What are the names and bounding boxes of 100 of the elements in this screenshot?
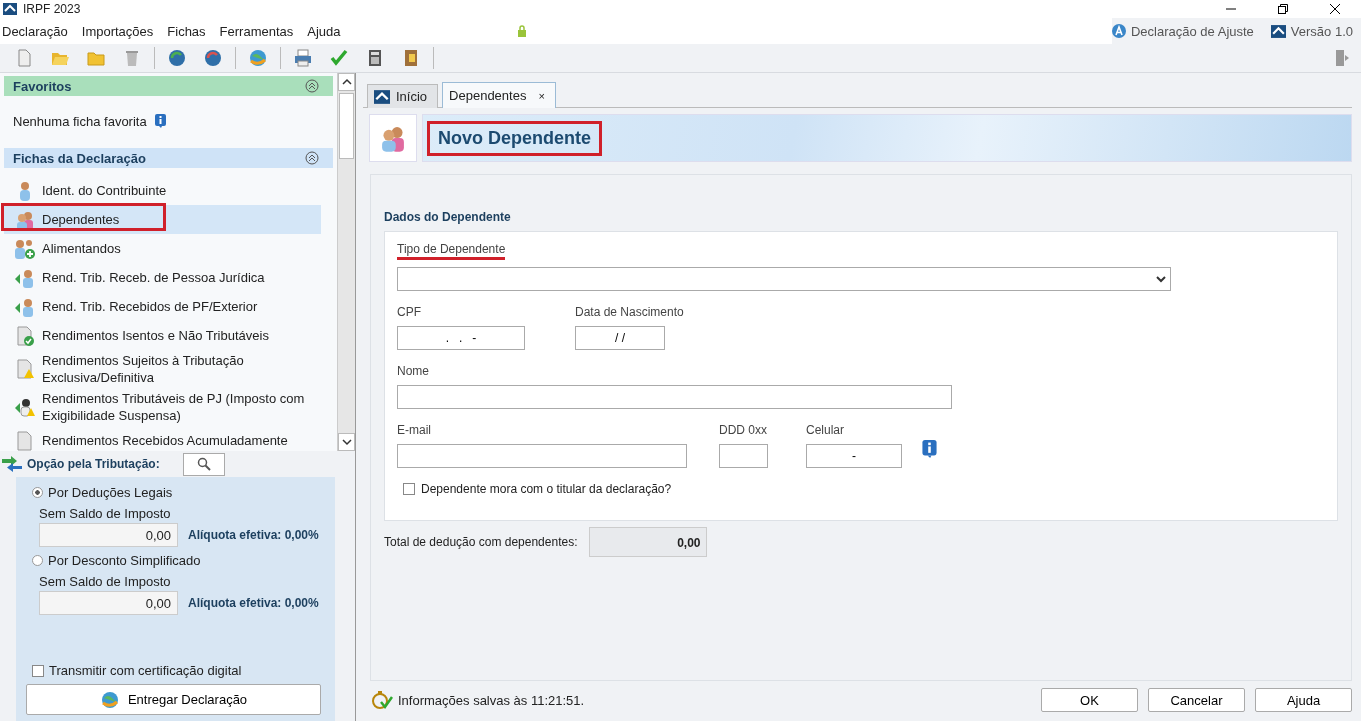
- menu-item[interactable]: Declaração: [2, 23, 68, 39]
- item-label: Rendimentos Tributáveis de PJ (Imposto com Exigibilidade Suspensa): [42, 390, 306, 424]
- rate-label: Alíquota efetiva: 0,00%: [188, 528, 319, 542]
- menu-item[interactable]: Importações: [81, 23, 154, 39]
- sidebar-item[interactable]: Alimentandos: [4, 234, 321, 263]
- dialog-button[interactable]: OK: [1041, 688, 1138, 712]
- input-field[interactable]: [397, 385, 952, 409]
- fichas-header[interactable]: Fichas da Declaração: [4, 148, 333, 168]
- item-label: Rendimentos Sujeitos à Tributação Exclusiva/Definitiva: [42, 352, 245, 386]
- dropdown[interactable]: [397, 267, 1171, 291]
- globe-icon[interactable]: [248, 48, 268, 68]
- arrow-warning-icon: [14, 397, 36, 417]
- option-label: Por Desconto Simplificado: [48, 553, 201, 568]
- field-label: Nome: [397, 364, 429, 378]
- input-field[interactable]: / /: [575, 326, 665, 350]
- swap-arrows-icon: [2, 456, 22, 472]
- restore-button[interactable]: [1277, 3, 1289, 15]
- scroll-down-icon[interactable]: [338, 433, 355, 451]
- globe-icon: [99, 689, 120, 710]
- arrow-person-icon: [14, 296, 36, 317]
- menu-item[interactable]: Fichas: [167, 23, 206, 39]
- close-tab-button[interactable]: ×: [538, 89, 545, 102]
- input-field[interactable]: -: [806, 444, 902, 468]
- tab[interactable]: Dependentes ×: [442, 82, 556, 108]
- collapse-icon[interactable]: [305, 79, 319, 93]
- field-label: E-mail: [397, 423, 431, 437]
- stopwatch-check-icon: [371, 690, 393, 710]
- people-add-icon: [14, 238, 36, 259]
- item-label: Ident. do Contribuinte: [42, 182, 167, 199]
- app-logo-icon: [374, 89, 390, 104]
- sidebar-item[interactable]: Rendimentos Tributáveis de PJ (Imposto com Exigibilidade Suspensa): [4, 388, 321, 426]
- sidebar-item[interactable]: Dependentes: [4, 205, 321, 234]
- check-icon[interactable]: [329, 48, 349, 68]
- input-field[interactable]: [397, 444, 687, 468]
- favorites-header[interactable]: Favoritos: [4, 76, 333, 96]
- item-label: Rend. Trib. Receb. de Pessoa Jurídica: [42, 269, 265, 286]
- checkbox-label: Transmitir com certificação digital: [49, 663, 242, 678]
- app-logo-icon: [1270, 24, 1286, 38]
- app-logo-icon: [3, 3, 17, 15]
- field-label: DDD 0xx: [719, 423, 767, 437]
- letter-a-icon: [1112, 24, 1126, 38]
- menu-item[interactable]: Ferramentas: [219, 23, 294, 39]
- search-button[interactable]: [182, 452, 225, 476]
- scroll-up-icon[interactable]: [338, 73, 355, 91]
- chevron-down-icon: [1156, 275, 1166, 283]
- item-label: Dependentes: [42, 211, 120, 228]
- sidebar-item[interactable]: Rendimentos Recebidos Acumuladamente: [4, 426, 321, 451]
- section-title: Favoritos: [13, 78, 72, 94]
- sidebar-item[interactable]: Rendimentos Isentos e Não Tributáveis: [4, 321, 321, 350]
- rate-label: Alíquota efetiva: 0,00%: [188, 596, 319, 610]
- radio-button[interactable]: [32, 555, 43, 566]
- submit-button[interactable]: Entregar Declaração: [26, 684, 321, 715]
- menu-item[interactable]: Ajuda: [307, 23, 341, 39]
- item-label: Rendimentos Isentos e Não Tributáveis: [42, 327, 269, 344]
- total-value: 0,00: [589, 527, 708, 557]
- checkbox[interactable]: [32, 664, 44, 677]
- section-title: Dados do Dependente: [384, 210, 512, 224]
- balance-label: Sem Saldo de Imposto: [39, 506, 172, 521]
- checkbox-label: Dependente mora com o titular da declaração?: [421, 482, 672, 496]
- item-label: Alimentandos: [42, 240, 121, 257]
- section-title: Opção pela Tributação:: [27, 457, 160, 471]
- checkbox[interactable]: [403, 483, 415, 495]
- people-icon: [14, 209, 36, 230]
- balance-label: Sem Saldo de Imposto: [39, 574, 172, 589]
- item-label: Rend. Trib. Recebidos de PF/Exterior: [42, 298, 258, 315]
- scrollbar-thumb[interactable]: [339, 93, 354, 159]
- declaration-type: Declaração de Ajuste: [1131, 23, 1254, 39]
- version-label: Versão 1.0: [1290, 23, 1353, 39]
- collapse-icon[interactable]: [305, 151, 319, 165]
- info-icon[interactable]: [154, 114, 166, 128]
- sidebar-item[interactable]: Rend. Trib. Receb. de Pessoa Jurídica: [4, 263, 321, 292]
- sidebar-item[interactable]: Rend. Trib. Recebidos de PF/Exterior: [4, 292, 321, 321]
- amount-field: 0,00: [39, 523, 178, 547]
- input-field[interactable]: [719, 444, 768, 468]
- amount-field: 0,00: [39, 591, 178, 615]
- field-label: Tipo de Dependente: [397, 242, 506, 260]
- printer-icon[interactable]: [293, 48, 313, 68]
- option-label: Por Deduções Legais: [48, 485, 173, 500]
- info-icon[interactable]: [922, 440, 937, 458]
- dialog-button[interactable]: Cancelar: [1148, 688, 1245, 712]
- search-icon: [196, 457, 211, 471]
- empty-favorites-text: Nenhuma ficha favorita: [13, 113, 147, 129]
- close-button[interactable]: [1329, 3, 1341, 15]
- radio-button[interactable]: [32, 487, 43, 498]
- input-field[interactable]: . . -: [397, 326, 525, 350]
- field-label: CPF: [397, 305, 421, 319]
- status-text: Informações salvas às 11:21:51.: [398, 692, 585, 708]
- sidebar-item[interactable]: Ident. do Contribuinte: [4, 176, 321, 205]
- field-label: Data de Nascimento: [575, 305, 684, 319]
- document-check-icon: [14, 325, 36, 346]
- page-title: Novo Dependente: [427, 120, 603, 156]
- lock-icon: [516, 24, 527, 38]
- document-warning-icon: [14, 359, 36, 379]
- tab[interactable]: Início: [367, 84, 439, 108]
- item-label: Rendimentos Recebidos Acumuladamente: [42, 432, 288, 449]
- dialog-button[interactable]: Ajuda: [1255, 688, 1352, 712]
- sidebar-item[interactable]: Rendimentos Sujeitos à Tributação Exclusiva/Definitiva: [4, 350, 321, 388]
- refresh-icon[interactable]: [167, 48, 187, 68]
- total-label: Total de dedução com dependentes:: [384, 535, 578, 549]
- field-label: Celular: [806, 423, 844, 437]
